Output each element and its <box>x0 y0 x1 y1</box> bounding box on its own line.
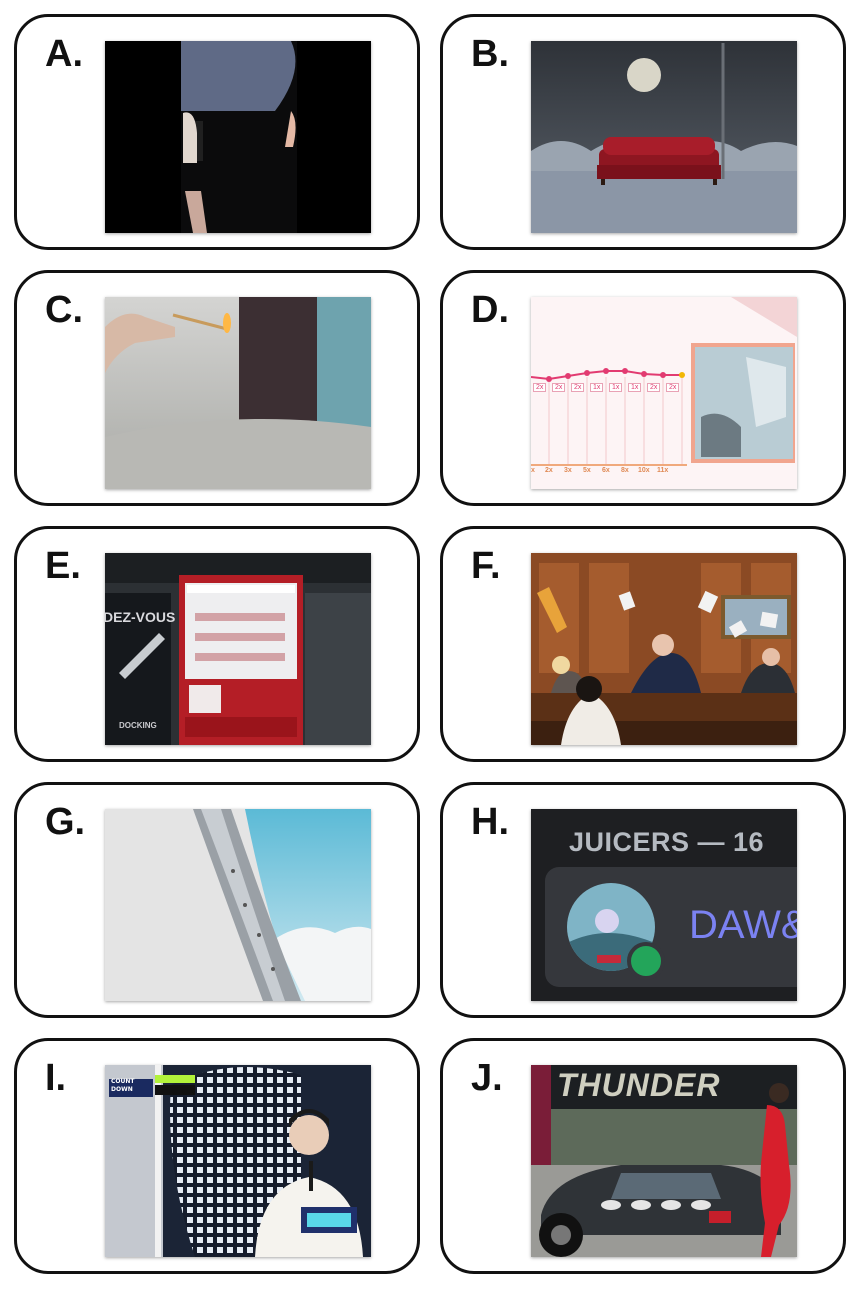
panel-i[interactable]: I. COUNT DOWN <box>14 1038 420 1274</box>
chart-label: 2x <box>552 383 566 392</box>
thumbnail-a-image <box>105 41 371 233</box>
thumbnail-d-image <box>531 297 797 489</box>
axis-label: 8x <box>621 467 629 474</box>
thumbnail-b-image <box>531 41 797 233</box>
member-group-header: JUICERS — 16 <box>569 827 765 857</box>
member-row[interactable]: DAW& <box>545 867 797 987</box>
panel-d[interactable]: D. 2x 2x 2x 1x 1x 1x 2x 2x x 2x 3x 5x 6x… <box>440 270 846 506</box>
online-status-icon <box>627 942 665 980</box>
member-name[interactable]: DAW& <box>689 903 797 948</box>
panel-e[interactable]: E. DEZ-VOUS DOCKING <box>14 526 420 762</box>
video-thumbnail[interactable]: 2x 2x 2x 1x 1x 1x 2x 2x x 2x 3x 5x 6x 8x… <box>531 297 797 489</box>
video-thumbnail[interactable] <box>105 41 371 233</box>
poster-text: DEZ-VOUS <box>105 609 176 625</box>
video-thumbnail[interactable] <box>531 41 797 233</box>
panel-label: D. <box>471 289 509 331</box>
discord-member-list[interactable]: JUICERS — 16 DAW& <box>531 809 797 1001</box>
panel-label: C. <box>45 289 83 331</box>
chart-label: 1x <box>628 383 642 392</box>
thumbnail-e-image <box>105 553 371 745</box>
panel-label: A. <box>45 33 83 75</box>
video-thumbnail[interactable] <box>105 297 371 489</box>
thumbnail-i-image <box>105 1065 371 1257</box>
axis-label: 5x <box>583 467 591 474</box>
video-thumbnail[interactable] <box>531 553 797 745</box>
video-thumbnail[interactable]: DEZ-VOUS DOCKING <box>105 553 371 745</box>
chart-label: 2x <box>533 383 547 392</box>
logo-bottom-text: DOWN <box>111 1086 133 1093</box>
chart-label: 1x <box>609 383 623 392</box>
chart-label: 2x <box>571 383 585 392</box>
axis-label: 6x <box>602 467 610 474</box>
panel-label: F. <box>471 545 501 587</box>
panel-b[interactable]: B. <box>440 14 846 250</box>
panel-label: H. <box>471 801 509 843</box>
video-thumbnail[interactable] <box>105 809 371 1001</box>
panel-j[interactable]: J. THUNDER <box>440 1038 846 1274</box>
thumbnail-c-image <box>105 297 371 489</box>
axis-label: 3x <box>564 467 572 474</box>
panel-label: G. <box>45 801 86 843</box>
banner-text: THUNDER <box>557 1067 721 1103</box>
panel-f[interactable]: F. <box>440 526 846 762</box>
logo-top-text: COUNT <box>111 1078 135 1085</box>
panel-c[interactable]: C. <box>14 270 420 506</box>
thumbnail-f-image <box>531 553 797 745</box>
panel-h[interactable]: H. JUICERS — 16 DAW& <box>440 782 846 1018</box>
panel-label: E. <box>45 545 81 587</box>
broadcast-logo: COUNT DOWN <box>111 1078 135 1094</box>
poster-subtext: DOCKING <box>119 721 157 730</box>
video-thumbnail[interactable]: THUNDER <box>531 1065 797 1257</box>
panel-label: B. <box>471 33 509 75</box>
axis-label: x <box>531 467 535 474</box>
axis-label: 10x <box>638 467 650 474</box>
panel-label: I. <box>45 1057 67 1099</box>
panel-g[interactable]: G. <box>14 782 420 1018</box>
axis-label: 11x <box>657 467 669 474</box>
axis-label: 2x <box>545 467 553 474</box>
chart-label: 2x <box>647 383 661 392</box>
panel-a[interactable]: A. <box>14 14 420 250</box>
thumbnail-g-image <box>105 809 371 1001</box>
video-thumbnail[interactable]: COUNT DOWN <box>105 1065 371 1257</box>
panel-label: J. <box>471 1057 503 1099</box>
chart-label: 2x <box>666 383 680 392</box>
chart-label: 1x <box>590 383 604 392</box>
